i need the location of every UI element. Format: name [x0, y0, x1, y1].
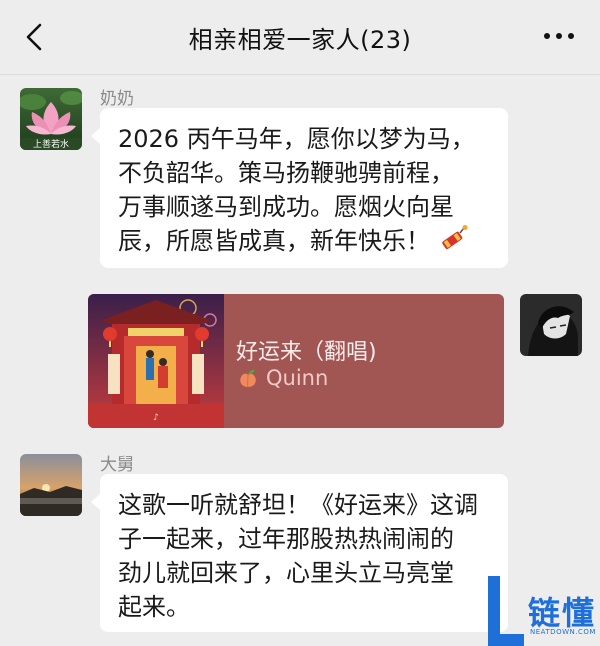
avatar-uncle[interactable] — [20, 454, 82, 516]
message-line-text: 辰，所愿皆成真，新年快乐！ — [118, 227, 430, 255]
message-line: 这歌一听就舒坦！《好运来》这调 — [118, 491, 478, 519]
message-line: 辰，所愿皆成真，新年快乐！ — [118, 224, 490, 258]
chat-header: 相亲相爱一家人(23) — [0, 0, 600, 75]
artist-row: Quinn — [236, 366, 328, 390]
svg-text:♪: ♪ — [153, 413, 159, 423]
avatar-caption: 上善若水 — [32, 140, 69, 150]
album-cover-image: ♪ — [88, 294, 224, 428]
message-bubble[interactable]: 2026 丙午马年，愿你以梦为马， 不负韶华。策马扬鞭驰骋前程， 万事顺遂马到成… — [91, 108, 508, 268]
message-line: 2026 丙午马年，愿你以梦为马， — [118, 125, 475, 153]
song-artist: Quinn — [266, 366, 329, 390]
message-bubble[interactable]: 这歌一听就舒坦！《好运来》这调 子一起来，过年那股热热闹闹的 劲儿就回来了，心里… — [91, 474, 508, 632]
message-line: 万事顺遂马到成功。愿烟火向星 — [118, 193, 454, 221]
avatar-grandma[interactable]: 上善若水 — [20, 88, 82, 150]
sunset-avatar-image — [20, 454, 82, 516]
watermark-subtext: NEATDOWN.COM — [530, 628, 596, 636]
peach-icon — [240, 369, 256, 388]
song-title: 好运来（翻唱) — [236, 340, 377, 365]
message-line: 起来。 — [118, 593, 190, 621]
anime-avatar-image — [520, 294, 582, 356]
more-options-icon[interactable] — [542, 26, 576, 46]
message-line: 不负韶华。策马扬鞭驰骋前程， — [118, 159, 454, 187]
avatar-self[interactable] — [520, 294, 582, 356]
music-share-card[interactable]: ♪ 好运来（翻唱) Quinn — [88, 294, 504, 428]
firecracker-icon — [442, 225, 468, 250]
message-line: 子一起来，过年那股热热闹闹的 — [118, 525, 454, 553]
message-line: 劲儿就回来了，心里头立马亮堂 — [118, 559, 454, 587]
sender-name: 大舅 — [100, 455, 134, 475]
chat-title: 相亲相爱一家人(23) — [188, 26, 412, 54]
sender-name: 奶奶 — [100, 89, 134, 109]
